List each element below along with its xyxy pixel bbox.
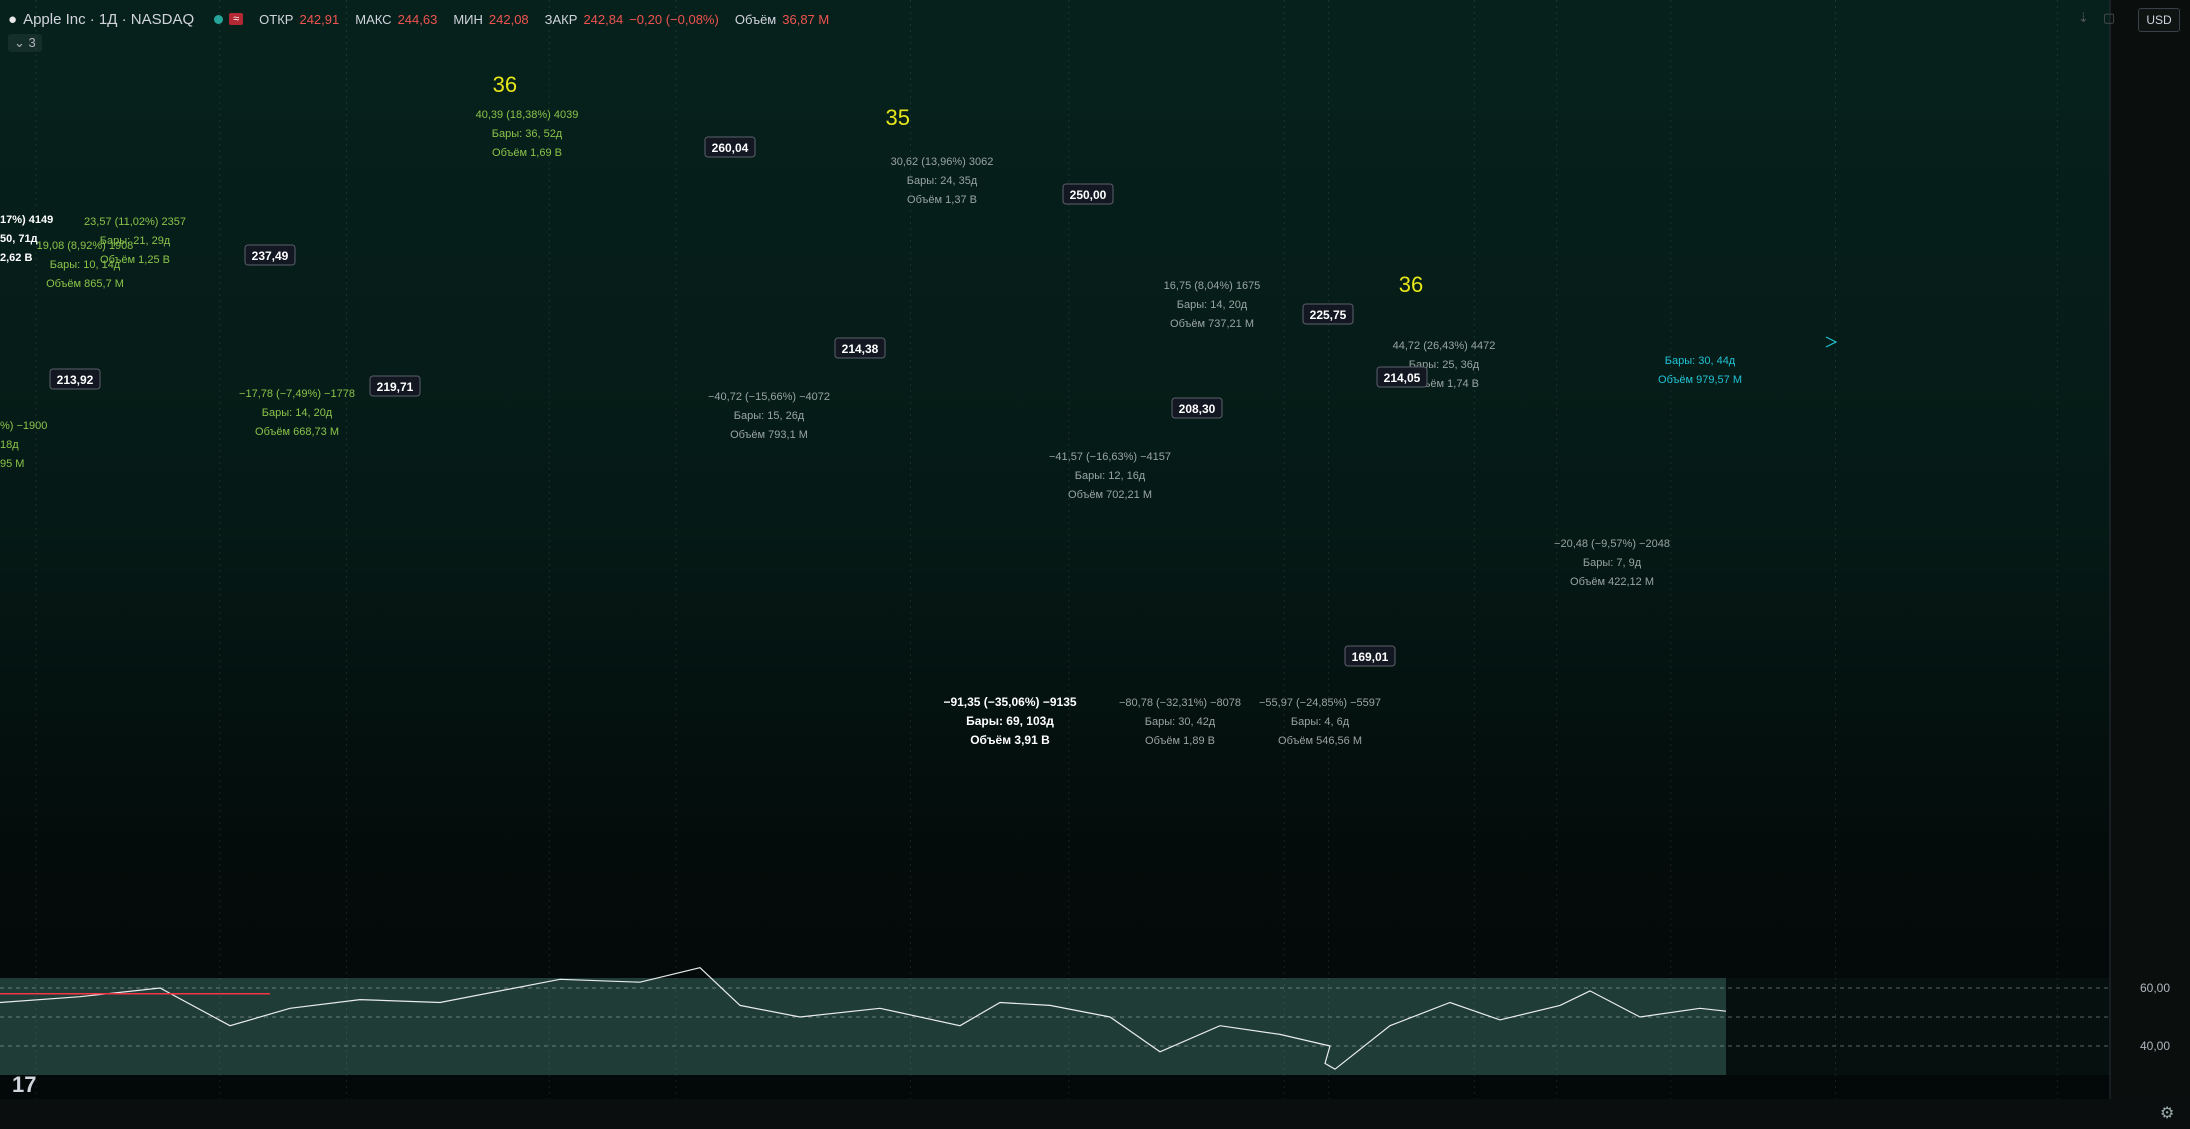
pivot-price-label: 250,00 bbox=[1070, 188, 1107, 202]
measure-text: 16,75 (8,04%) 1675 bbox=[1164, 280, 1261, 292]
apple-icon: ● bbox=[8, 10, 18, 28]
measure-text: 50, 71д bbox=[0, 233, 38, 245]
open-label: ОТКР bbox=[259, 11, 294, 27]
change-value: −0,20 (−0,08%) bbox=[629, 11, 719, 27]
measure-text: 18д bbox=[0, 439, 19, 451]
measure-text: 44,72 (26,43%) 4472 bbox=[1393, 340, 1496, 352]
measure-text: −91,35 (−35,06%) −9135 bbox=[943, 695, 1076, 709]
measure-text: %) −1900 bbox=[0, 420, 47, 432]
high-value: 244,63 bbox=[397, 11, 438, 27]
measure-text: −55,97 (−24,85%) −5597 bbox=[1259, 697, 1381, 709]
cycle-count-label: 35 bbox=[885, 105, 909, 130]
market-status-icon bbox=[214, 14, 224, 24]
measure-text: Объём 422,12 M bbox=[1570, 576, 1654, 588]
measure-text: 40,39 (18,38%) 4039 bbox=[476, 109, 579, 121]
measure-text: Объём 865,7 M bbox=[46, 278, 124, 290]
measure-text: Бары: 15, 26д bbox=[734, 410, 805, 422]
indicators-collapse-button[interactable]: ⌄ 3 bbox=[8, 34, 42, 52]
measure-text: Объём 979,57 M bbox=[1658, 374, 1742, 386]
measure-text: 19,08 (8,92%) 1908 bbox=[37, 240, 134, 252]
pivot-price-label: 213,92 bbox=[57, 373, 94, 387]
pivot-price-label: 214,38 bbox=[842, 342, 879, 356]
measure-text: Бары: 69, 103д bbox=[966, 714, 1054, 728]
oscillator-tick-label: 60,00 bbox=[2140, 981, 2170, 995]
measure-text: −40,72 (−15,66%) −4072 bbox=[708, 391, 830, 403]
measurement-labels: 40,39 (18,38%) 4039 Бары: 36, 52д Объём 1,… bbox=[0, 109, 1742, 747]
close-value: 242,84 bbox=[583, 11, 624, 27]
measure-text: Бары: 4, 6д bbox=[1291, 716, 1350, 728]
measure-text: Объём 1,37 B bbox=[907, 194, 977, 206]
measure-text: 23,57 (11,02%) 2357 bbox=[84, 216, 186, 228]
time-axis[interactable] bbox=[0, 1099, 2190, 1129]
symbol-title[interactable]: Apple Inc · 1Д · NASDAQ bbox=[23, 11, 194, 28]
close-label: ЗАКР bbox=[544, 11, 578, 27]
chart-canvas[interactable]: 36 35 36 40,39 (18,38%) 4039 Бары: 36, 52д Об… bbox=[0, 0, 2190, 1129]
measure-text: −41,57 (−16,63%) −4157 bbox=[1049, 451, 1171, 463]
open-value: 242,91 bbox=[299, 11, 340, 27]
symbol-legend: ● Apple Inc · 1Д · NASDAQ ≈ ОТКР 242,91 М… bbox=[8, 8, 829, 30]
measure-text: Бары: 30, 44д bbox=[1665, 355, 1736, 367]
currency-button[interactable]: USD bbox=[2138, 8, 2180, 32]
measure-text: 30,62 (13,96%) 3062 bbox=[891, 156, 994, 168]
measure-text: Бары: 36, 52д bbox=[492, 128, 563, 140]
measure-text: Объём 1,69 B bbox=[492, 147, 562, 159]
pivot-price-label: 225,75 bbox=[1310, 308, 1347, 322]
measure-text: Объём 3,91 B bbox=[970, 733, 1050, 747]
pivot-price-label: 169,01 bbox=[1352, 650, 1389, 664]
measure-text: Бары: 14, 20д bbox=[1177, 299, 1248, 311]
measure-text: Объём 737,21 M bbox=[1170, 318, 1254, 330]
chart-toolbar-icons[interactable]: ⇣▢ bbox=[2078, 10, 2129, 26]
pivot-price-label: 260,04 bbox=[712, 141, 749, 155]
low-label: МИН bbox=[453, 11, 483, 27]
measure-text: −20,48 (−9,57%) −2048 bbox=[1554, 538, 1670, 550]
measure-text: Бары: 7, 9д bbox=[1583, 557, 1642, 569]
volume-label: Объём bbox=[734, 11, 777, 27]
cycle-count-label: 36 bbox=[493, 72, 517, 97]
oscillator-panel-future bbox=[1726, 978, 2110, 1075]
measure-text: 17%) 4149 bbox=[0, 214, 53, 226]
price-chart[interactable]: 36 35 36 40,39 (18,38%) 4039 Бары: 36, 52д Об… bbox=[0, 0, 2190, 1129]
measure-text: 2,62 B bbox=[0, 252, 32, 264]
measure-text: 95 M bbox=[0, 458, 24, 470]
tradingview-logo[interactable]: 17 bbox=[12, 1072, 36, 1098]
settings-gear-icon[interactable]: ⚙ bbox=[2160, 1103, 2174, 1123]
oscillator-tick-label: 40,00 bbox=[2140, 1039, 2170, 1053]
grid bbox=[35, 0, 2058, 1099]
price-levels bbox=[1825, 336, 1838, 348]
measure-text: Бары: 14, 20д bbox=[262, 407, 333, 419]
oscillator-panel[interactable] bbox=[0, 978, 1726, 1075]
measure-text: Объём 702,21 M bbox=[1068, 489, 1152, 501]
measure-text: Бары: 24, 35д bbox=[907, 175, 978, 187]
pivot-price-label: 208,30 bbox=[1179, 402, 1216, 416]
measure-text: Бары: 30, 42д bbox=[1145, 716, 1216, 728]
delayed-data-badge[interactable]: ≈ bbox=[229, 13, 244, 25]
measure-text: Объём 793,1 M bbox=[730, 429, 808, 441]
measure-text: Объём 668,73 M bbox=[255, 426, 339, 438]
volume-value: 36,87 M bbox=[782, 11, 830, 27]
price-scale-bg bbox=[2110, 0, 2190, 1099]
pivot-price-label: 214,05 bbox=[1384, 371, 1421, 385]
measure-text: Бары: 12, 16д bbox=[1075, 470, 1146, 482]
pivot-price-label: 237,49 bbox=[252, 249, 289, 263]
measure-text: −80,78 (−32,31%) −8078 bbox=[1119, 697, 1241, 709]
cycle-count-label: 36 bbox=[1399, 272, 1423, 297]
projection-arrowhead-icon bbox=[1825, 336, 1838, 348]
measure-text: Объём 546,56 M bbox=[1278, 735, 1362, 747]
high-label: МАКС bbox=[355, 11, 392, 27]
pivot-price-label: 219,71 bbox=[377, 380, 414, 394]
measure-text: −17,78 (−7,49%) −1778 bbox=[239, 388, 355, 400]
measure-text: Бары: 10, 14д bbox=[50, 259, 121, 271]
price-scale[interactable]: 290,00280,00270,00260,10252,00244,00236,… bbox=[2090, 0, 2190, 1099]
low-value: 242,08 bbox=[488, 11, 529, 27]
measure-text: Объём 1,89 B bbox=[1145, 735, 1215, 747]
